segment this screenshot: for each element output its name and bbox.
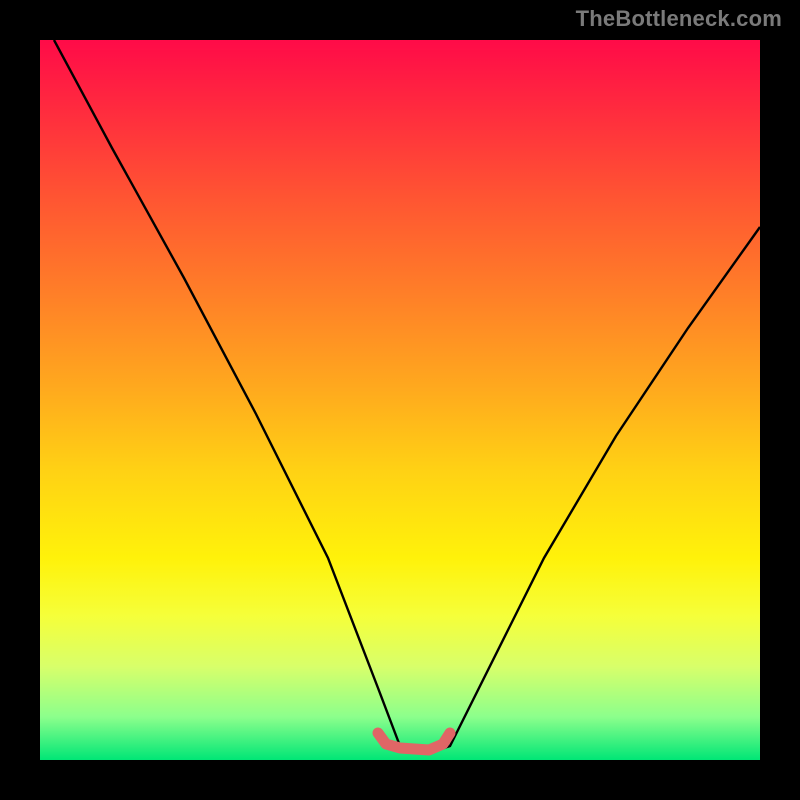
bottleneck-curve-line [54, 40, 760, 753]
chart-frame: TheBottleneck.com [0, 0, 800, 800]
watermark-text: TheBottleneck.com [576, 6, 782, 32]
plot-area [40, 40, 760, 760]
curve-layer [40, 40, 760, 760]
flat-segment-marker [378, 733, 450, 750]
